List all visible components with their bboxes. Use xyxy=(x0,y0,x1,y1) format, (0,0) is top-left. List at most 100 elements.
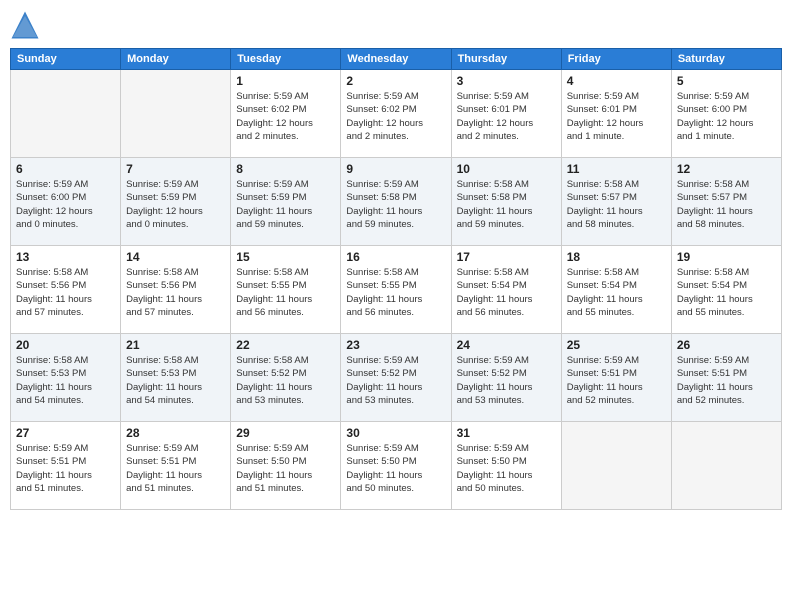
day-info: Sunrise: 5:58 AM Sunset: 5:57 PM Dayligh… xyxy=(567,178,666,231)
day-info: Sunrise: 5:58 AM Sunset: 5:53 PM Dayligh… xyxy=(126,354,225,407)
calendar-week-row: 6 Sunrise: 5:59 AM Sunset: 6:00 PM Daylig… xyxy=(11,158,782,246)
day-number: 9 xyxy=(346,162,445,176)
day-number: 11 xyxy=(567,162,666,176)
day-info: Sunrise: 5:59 AM Sunset: 5:51 PM Dayligh… xyxy=(567,354,666,407)
day-number: 16 xyxy=(346,250,445,264)
calendar-cell: 9 Sunrise: 5:59 AM Sunset: 5:58 PM Daylig… xyxy=(341,158,451,246)
logo-icon xyxy=(10,10,40,40)
day-number: 8 xyxy=(236,162,335,176)
calendar-cell: 10 Sunrise: 5:58 AM Sunset: 5:58 PM Dayli… xyxy=(451,158,561,246)
day-number: 7 xyxy=(126,162,225,176)
calendar-cell: 18Sunrise: 5:58 AM Sunset: 5:54 PM Dayli… xyxy=(561,246,671,334)
day-number: 10 xyxy=(457,162,556,176)
day-number: 30 xyxy=(346,426,445,440)
calendar-cell: 12 Sunrise: 5:58 AM Sunset: 5:57 PM Dayli… xyxy=(671,158,781,246)
calendar-cell xyxy=(121,70,231,158)
calendar-table: SundayMondayTuesdayWednesdayThursdayFrid… xyxy=(10,48,782,510)
calendar-cell: 26 Sunrise: 5:59 AM Sunset: 5:51 PM Dayli… xyxy=(671,334,781,422)
day-info: Sunrise: 5:58 AM Sunset: 5:52 PM Dayligh… xyxy=(236,354,335,407)
calendar-week-row: 27 Sunrise: 5:59 AM Sunset: 5:51 PM Dayli… xyxy=(11,422,782,510)
calendar-cell: 30 Sunrise: 5:59 AM Sunset: 5:50 PM Dayli… xyxy=(341,422,451,510)
weekday-header: Monday xyxy=(121,49,231,70)
day-info: Sunrise: 5:59 AM Sunset: 5:58 PM Dayligh… xyxy=(346,178,445,231)
calendar-cell: 22 Sunrise: 5:58 AM Sunset: 5:52 PM Dayli… xyxy=(231,334,341,422)
calendar-cell: 11 Sunrise: 5:58 AM Sunset: 5:57 PM Dayli… xyxy=(561,158,671,246)
day-info: Sunrise: 5:59 AM Sunset: 6:02 PM Dayligh… xyxy=(236,90,335,143)
calendar-cell: 27 Sunrise: 5:59 AM Sunset: 5:51 PM Dayli… xyxy=(11,422,121,510)
day-info: Sunrise: 5:58 AM Sunset: 5:55 PM Dayligh… xyxy=(346,266,445,319)
weekday-header: Sunday xyxy=(11,49,121,70)
day-number: 18 xyxy=(567,250,666,264)
weekday-header: Tuesday xyxy=(231,49,341,70)
calendar-cell: 7Sunrise: 5:59 AM Sunset: 5:59 PM Daylig… xyxy=(121,158,231,246)
day-number: 6 xyxy=(16,162,115,176)
day-number: 1 xyxy=(236,74,335,88)
day-info: Sunrise: 5:59 AM Sunset: 5:50 PM Dayligh… xyxy=(346,442,445,495)
calendar-cell: 8Sunrise: 5:59 AM Sunset: 5:59 PM Daylig… xyxy=(231,158,341,246)
weekday-header: Thursday xyxy=(451,49,561,70)
day-info: Sunrise: 5:58 AM Sunset: 5:56 PM Dayligh… xyxy=(16,266,115,319)
day-number: 24 xyxy=(457,338,556,352)
header xyxy=(10,10,782,40)
calendar-cell: 3 Sunrise: 5:59 AM Sunset: 6:01 PM Daylig… xyxy=(451,70,561,158)
calendar-cell: 16 Sunrise: 5:58 AM Sunset: 5:55 PM Dayli… xyxy=(341,246,451,334)
day-info: Sunrise: 5:59 AM Sunset: 6:01 PM Dayligh… xyxy=(457,90,556,143)
day-info: Sunrise: 5:59 AM Sunset: 5:50 PM Dayligh… xyxy=(236,442,335,495)
day-number: 15 xyxy=(236,250,335,264)
day-number: 26 xyxy=(677,338,776,352)
day-info: Sunrise: 5:58 AM Sunset: 5:57 PM Dayligh… xyxy=(677,178,776,231)
day-info: Sunrise: 5:58 AM Sunset: 5:58 PM Dayligh… xyxy=(457,178,556,231)
day-number: 13 xyxy=(16,250,115,264)
weekday-header: Friday xyxy=(561,49,671,70)
day-info: Sunrise: 5:59 AM Sunset: 6:01 PM Dayligh… xyxy=(567,90,666,143)
day-info: Sunrise: 5:58 AM Sunset: 5:56 PM Dayligh… xyxy=(126,266,225,319)
day-info: Sunrise: 5:59 AM Sunset: 5:52 PM Dayligh… xyxy=(346,354,445,407)
day-info: Sunrise: 5:59 AM Sunset: 5:52 PM Dayligh… xyxy=(457,354,556,407)
calendar-cell: 25 Sunrise: 5:59 AM Sunset: 5:51 PM Dayli… xyxy=(561,334,671,422)
day-number: 4 xyxy=(567,74,666,88)
calendar-cell: 23 Sunrise: 5:59 AM Sunset: 5:52 PM Dayli… xyxy=(341,334,451,422)
calendar-cell: 17Sunrise: 5:58 AM Sunset: 5:54 PM Dayli… xyxy=(451,246,561,334)
day-number: 14 xyxy=(126,250,225,264)
calendar-cell: 15 Sunrise: 5:58 AM Sunset: 5:55 PM Dayli… xyxy=(231,246,341,334)
day-number: 23 xyxy=(346,338,445,352)
calendar-cell: 19Sunrise: 5:58 AM Sunset: 5:54 PM Dayli… xyxy=(671,246,781,334)
day-number: 29 xyxy=(236,426,335,440)
calendar-cell: 6 Sunrise: 5:59 AM Sunset: 6:00 PM Daylig… xyxy=(11,158,121,246)
day-number: 21 xyxy=(126,338,225,352)
calendar-cell: 14 Sunrise: 5:58 AM Sunset: 5:56 PM Dayli… xyxy=(121,246,231,334)
calendar-week-row: 20Sunrise: 5:58 AM Sunset: 5:53 PM Dayli… xyxy=(11,334,782,422)
day-info: Sunrise: 5:59 AM Sunset: 5:51 PM Dayligh… xyxy=(126,442,225,495)
calendar-cell: 29 Sunrise: 5:59 AM Sunset: 5:50 PM Dayli… xyxy=(231,422,341,510)
day-number: 12 xyxy=(677,162,776,176)
calendar-cell: 31Sunrise: 5:59 AM Sunset: 5:50 PM Dayli… xyxy=(451,422,561,510)
day-info: Sunrise: 5:59 AM Sunset: 6:00 PM Dayligh… xyxy=(16,178,115,231)
calendar-cell: 5 Sunrise: 5:59 AM Sunset: 6:00 PM Daylig… xyxy=(671,70,781,158)
calendar-cell xyxy=(671,422,781,510)
day-number: 31 xyxy=(457,426,556,440)
day-number: 27 xyxy=(16,426,115,440)
day-number: 3 xyxy=(457,74,556,88)
day-number: 5 xyxy=(677,74,776,88)
calendar-cell: 24 Sunrise: 5:59 AM Sunset: 5:52 PM Dayli… xyxy=(451,334,561,422)
day-number: 28 xyxy=(126,426,225,440)
calendar-cell: 1 Sunrise: 5:59 AM Sunset: 6:02 PM Daylig… xyxy=(231,70,341,158)
calendar-cell: 4 Sunrise: 5:59 AM Sunset: 6:01 PM Daylig… xyxy=(561,70,671,158)
day-info: Sunrise: 5:59 AM Sunset: 5:51 PM Dayligh… xyxy=(677,354,776,407)
day-info: Sunrise: 5:58 AM Sunset: 5:55 PM Dayligh… xyxy=(236,266,335,319)
day-info: Sunrise: 5:59 AM Sunset: 6:00 PM Dayligh… xyxy=(677,90,776,143)
logo xyxy=(10,10,44,40)
calendar-week-row: 13 Sunrise: 5:58 AM Sunset: 5:56 PM Dayli… xyxy=(11,246,782,334)
day-info: Sunrise: 5:58 AM Sunset: 5:53 PM Dayligh… xyxy=(16,354,115,407)
calendar-cell: 28 Sunrise: 5:59 AM Sunset: 5:51 PM Dayli… xyxy=(121,422,231,510)
day-number: 25 xyxy=(567,338,666,352)
calendar-cell xyxy=(561,422,671,510)
day-info: Sunrise: 5:59 AM Sunset: 5:51 PM Dayligh… xyxy=(16,442,115,495)
day-number: 19 xyxy=(677,250,776,264)
calendar-cell: 21 Sunrise: 5:58 AM Sunset: 5:53 PM Dayli… xyxy=(121,334,231,422)
day-info: Sunrise: 5:59 AM Sunset: 6:02 PM Dayligh… xyxy=(346,90,445,143)
page: SundayMondayTuesdayWednesdayThursdayFrid… xyxy=(0,0,792,612)
calendar-cell: 2Sunrise: 5:59 AM Sunset: 6:02 PM Daylig… xyxy=(341,70,451,158)
weekday-header: Wednesday xyxy=(341,49,451,70)
day-number: 22 xyxy=(236,338,335,352)
